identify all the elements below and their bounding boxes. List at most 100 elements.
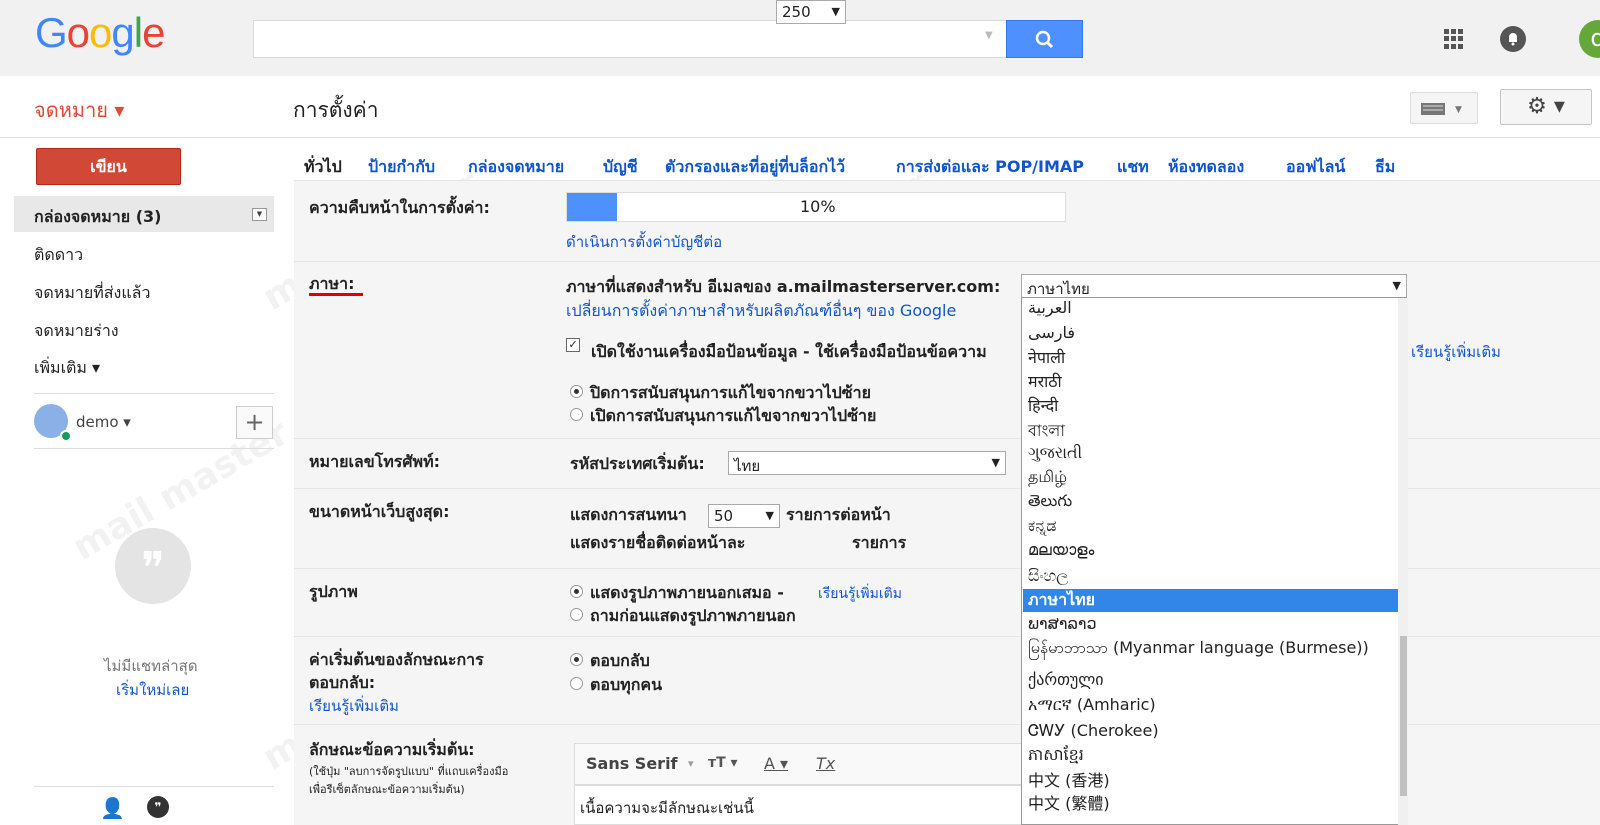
add-chat-button[interactable]: + bbox=[236, 406, 273, 439]
country-code-label: รหัสประเทศเริ่มต้น: bbox=[570, 454, 705, 473]
language-option[interactable]: हिन्दी bbox=[1028, 394, 1058, 416]
hangouts-icon[interactable]: ❞ bbox=[147, 796, 169, 818]
change-language-link[interactable]: เปลี่ยนการตั้งค่าภาษาสำหรับผลิตภัณฑ์อื่น… bbox=[566, 299, 956, 324]
language-option[interactable]: ગુજરાતી bbox=[1028, 443, 1082, 463]
tab-offline[interactable]: ออฟไลน์ bbox=[1286, 155, 1345, 180]
text-style-hint-1: (ใช้ปุ่ม "ลบการจัดรูปแบบ" ที่แถบเครื่องม… bbox=[309, 765, 509, 778]
text-color-icon[interactable]: A ▾ bbox=[764, 754, 788, 773]
display-language-label: ภาษาที่แสดงสำหรับ อีเมลของ a.mailmasters… bbox=[566, 277, 1001, 296]
language-dropdown-list[interactable]: العربية فارسی नेपाली मराठी हिन्दी বাংলা ગુજરાત… bbox=[1021, 297, 1407, 825]
language-option[interactable]: ภาษาไทย bbox=[1023, 589, 1398, 612]
search-options-caret-icon[interactable]: ▼ bbox=[985, 30, 993, 41]
continue-setup-link[interactable]: ดำเนินการตั้งค่าบัญชีต่อ bbox=[566, 230, 722, 254]
clear-formatting-icon[interactable]: Tx bbox=[816, 754, 835, 773]
tab-themes[interactable]: ธีม bbox=[1375, 155, 1395, 180]
rtl-on-radio[interactable] bbox=[570, 408, 583, 421]
tab-chat[interactable]: แชท bbox=[1117, 155, 1149, 180]
images-ask-label: ถามก่อนแสดงรูปภาพภายนอก bbox=[590, 606, 796, 625]
tab-filters[interactable]: ตัวกรองและที่อยู่ที่บล็อกไว้ bbox=[665, 155, 845, 180]
language-option[interactable]: ພາສາລາວ bbox=[1028, 614, 1097, 633]
tab-labels[interactable]: ป้ายกำกับ bbox=[368, 155, 435, 180]
reply-option-label: ตอบกลับ bbox=[590, 651, 650, 670]
sidebar-item-drafts[interactable]: จดหมายร่าง bbox=[34, 319, 119, 344]
notifications-icon[interactable] bbox=[1500, 26, 1526, 52]
logo-letter: e bbox=[142, 9, 165, 56]
highlight-underline bbox=[309, 293, 363, 296]
tab-accounts[interactable]: บัญชี bbox=[603, 155, 638, 180]
logo-letter: o bbox=[89, 9, 112, 56]
search-button[interactable] bbox=[1006, 20, 1083, 58]
font-caret-icon[interactable]: ▾ bbox=[688, 757, 694, 770]
language-option[interactable]: العربية bbox=[1028, 298, 1072, 317]
conversations-prefix: แสดงการสนทนา bbox=[570, 505, 687, 524]
search-input[interactable] bbox=[253, 20, 1008, 58]
progress-bar-fill bbox=[567, 193, 617, 221]
sidebar-item-starred[interactable]: ติดดาว bbox=[34, 243, 83, 268]
display-language-select[interactable]: ภาษาไทย ▼ bbox=[1021, 274, 1407, 298]
language-option[interactable]: नेपाली bbox=[1028, 346, 1065, 368]
contacts-suffix: รายการ bbox=[852, 533, 907, 552]
rtl-off-radio[interactable] bbox=[570, 385, 583, 398]
settings-gear-button[interactable]: ⚙ ▾ bbox=[1500, 89, 1592, 125]
logo-letter: o bbox=[66, 9, 90, 56]
language-option[interactable]: فارسی bbox=[1028, 323, 1075, 342]
page-title: การตั้งค่า bbox=[293, 98, 379, 122]
rtl-on-label: เปิดการสนับสนุนการแก้ไขจากขวาไปซ้าย bbox=[590, 406, 877, 425]
language-option[interactable]: मराठी bbox=[1028, 370, 1062, 392]
tab-inbox[interactable]: กล่องจดหมาย bbox=[468, 155, 564, 180]
user-name[interactable]: demo ▾ bbox=[76, 413, 131, 431]
images-learn-more-link[interactable]: เรียนรู้เพิ่มเติม bbox=[818, 583, 902, 605]
language-option[interactable]: ភាសាខ្មែរ bbox=[1028, 744, 1084, 768]
reply-label-line1: ค่าเริ่มต้นของลักษณะการ bbox=[309, 650, 484, 669]
chat-bubble-icon: ❞ bbox=[115, 528, 191, 604]
font-family-select[interactable]: Sans Serif bbox=[586, 754, 678, 773]
sidebar-item-sent[interactable]: จดหมายที่ส่งแล้ว bbox=[34, 281, 150, 306]
tab-labs[interactable]: ห้องทดลอง bbox=[1168, 155, 1244, 180]
language-option[interactable]: ᏣᎳᎩ (Cherokee) bbox=[1028, 721, 1159, 741]
tab-general[interactable]: ทั่วไป bbox=[304, 155, 342, 180]
start-new-chat-link[interactable]: เริ่มใหม่เลย bbox=[116, 678, 189, 702]
svg-text:▼: ▼ bbox=[1455, 105, 1462, 115]
apps-grid-icon[interactable] bbox=[1444, 29, 1464, 49]
inbox-dropdown-icon[interactable]: ▼ bbox=[252, 208, 267, 221]
input-tools-learn-more-link[interactable]: เรียนรู้เพิ่มเติม bbox=[1411, 340, 1511, 364]
language-option[interactable]: 中文 (繁體) bbox=[1028, 790, 1110, 814]
input-tools-checkbox[interactable]: ✓ bbox=[566, 338, 580, 352]
reply-all-radio[interactable] bbox=[570, 677, 583, 690]
mail-menu-button[interactable]: จดหมาย ▾ bbox=[34, 94, 124, 126]
contacts-person-icon[interactable]: 👤 bbox=[100, 796, 125, 820]
language-option[interactable]: 中文 (香港) bbox=[1028, 767, 1110, 791]
language-option[interactable]: සිංහල bbox=[1028, 566, 1068, 586]
sidebar-item-inbox[interactable]: กล่องจดหมาย (3) bbox=[34, 205, 161, 230]
language-option[interactable]: తెలుగు bbox=[1028, 491, 1072, 514]
language-option[interactable]: አማርኛ (Amharic) bbox=[1028, 695, 1156, 715]
compose-button[interactable]: เขียน bbox=[36, 148, 181, 185]
dropdown-scrollbar-thumb[interactable] bbox=[1400, 636, 1407, 796]
conversations-per-page-select[interactable]: 50 ▼ bbox=[708, 504, 780, 528]
language-option[interactable]: বাংলা bbox=[1028, 418, 1065, 445]
font-size-icon[interactable]: ᴛT ▾ bbox=[708, 755, 738, 771]
rtl-off-label: ปิดการสนับสนุนการแก้ไขจากขวาไปซ้าย bbox=[590, 383, 871, 402]
text-style-label: ลักษณะข้อความเริ่มต้น: bbox=[309, 740, 475, 759]
images-ask-radio[interactable] bbox=[570, 608, 583, 621]
contacts-per-page-select[interactable]: 250 ▼ bbox=[776, 0, 846, 24]
divider bbox=[34, 448, 274, 449]
language-option[interactable]: മലയാളം bbox=[1028, 540, 1094, 560]
language-option[interactable]: தமிழ் bbox=[1028, 467, 1067, 488]
images-always-radio[interactable] bbox=[570, 585, 583, 598]
reply-all-option-label: ตอบทุกคน bbox=[590, 675, 663, 694]
reply-radio[interactable] bbox=[570, 653, 583, 666]
images-always-label: แสดงรูปภาพภายนอกเสมอ - bbox=[590, 583, 784, 602]
sidebar-item-more[interactable]: เพิ่มเติม ▾ bbox=[34, 356, 100, 381]
reply-learn-more-link[interactable]: เรียนรู้เพิ่มเติม bbox=[309, 694, 399, 718]
logo-letter: g bbox=[111, 9, 134, 56]
language-option[interactable]: ಕನ್ನಡ bbox=[1028, 516, 1056, 536]
google-logo[interactable]: Google bbox=[35, 9, 165, 57]
text-style-hint-2: เพื่อรีเซ็ตลักษณะข้อความเริ่มต้น) bbox=[309, 783, 465, 796]
tab-forwarding[interactable]: การส่งต่อและ POP/IMAP bbox=[896, 155, 1084, 180]
input-tools-button[interactable]: ▼ bbox=[1410, 92, 1478, 124]
logo-letter: G bbox=[35, 9, 68, 56]
language-option[interactable]: ქართული bbox=[1028, 670, 1104, 689]
language-option[interactable]: မြန်မာဘာသာ (Myanmar language (Burmese)) bbox=[1028, 637, 1369, 661]
country-code-select[interactable]: ไทย ▼ bbox=[728, 451, 1006, 475]
